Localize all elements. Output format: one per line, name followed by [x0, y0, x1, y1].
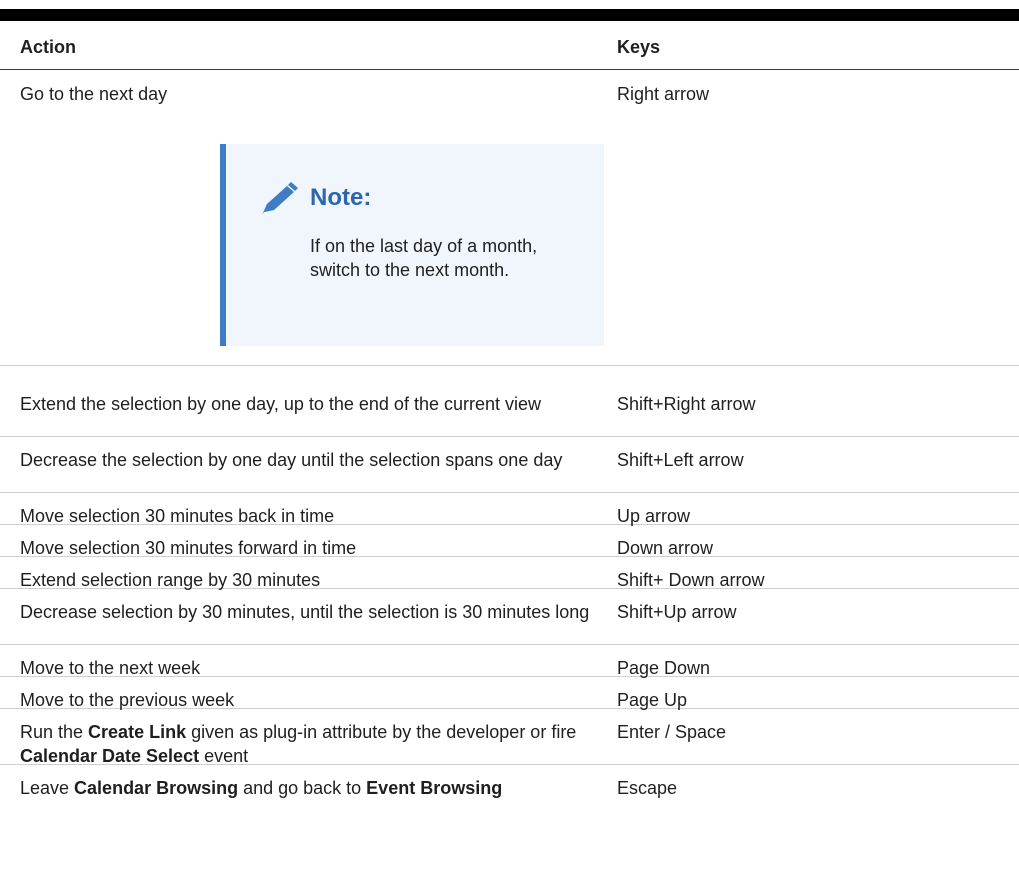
row-keys: Enter / Space	[617, 722, 727, 742]
row-action-strong: Create Link	[88, 722, 187, 742]
row-action-text: Leave	[20, 778, 75, 798]
row-action: Decrease the selection by one day until …	[20, 450, 563, 470]
row-action: Go to the next day	[20, 84, 168, 104]
row-keys: Escape	[617, 778, 678, 798]
note-box: Note: If on the last day of a month, swi…	[220, 144, 604, 346]
table-header: Action Keys	[0, 33, 1019, 70]
row-action: Extend the selection by one day, up to t…	[20, 394, 541, 414]
row-action-strong: Calendar Date Select	[20, 746, 200, 766]
table-row: Leave Calendar Browsing and go back to E…	[0, 764, 1019, 820]
table-row: Run the Create Link given as plug-in att…	[0, 708, 1019, 768]
table-row: Move selection 30 minutes forward in tim…	[0, 524, 1019, 558]
row-action-strong: Event Browsing	[366, 778, 503, 798]
table-row: Move to the previous week Page Up	[0, 676, 1019, 710]
row-action-text: event	[199, 746, 249, 766]
note-body: If on the last day of a month, switch to…	[310, 236, 538, 280]
row-action: Run the Create Link given as plug-in att…	[20, 720, 610, 768]
row-action: Leave Calendar Browsing and go back to E…	[20, 776, 610, 800]
note-title: Note:	[310, 184, 372, 211]
row-action: Decrease selection by 30 minutes, until …	[20, 602, 590, 622]
row-keys: Right arrow	[617, 84, 710, 104]
table-row: Decrease selection by 30 minutes, until …	[0, 588, 1019, 645]
table-row: Decrease the selection by one day until …	[0, 436, 1019, 493]
header-action: Action	[20, 37, 76, 57]
table-row: Extend the selection by one day, up to t…	[0, 380, 1019, 437]
row-action-text: and go back to	[238, 778, 367, 798]
table-row: Extend selection range by 30 minutes Shi…	[0, 556, 1019, 590]
row-keys: Shift+Up arrow	[617, 602, 737, 622]
top-rule	[0, 9, 1019, 21]
table-row: Move to the next week Page Down	[0, 644, 1019, 678]
row-action-strong: Calendar Browsing	[74, 778, 239, 798]
header-keys: Keys	[617, 37, 661, 57]
row-action-text: Run the	[20, 722, 89, 742]
pencil-icon	[262, 182, 298, 215]
row-keys: Shift+Left arrow	[617, 450, 744, 470]
table-row: Move selection 30 minutes back in time U…	[0, 492, 1019, 526]
row-action-text: given as plug-in attribute by the develo…	[186, 722, 577, 742]
row-keys: Shift+Right arrow	[617, 394, 756, 414]
